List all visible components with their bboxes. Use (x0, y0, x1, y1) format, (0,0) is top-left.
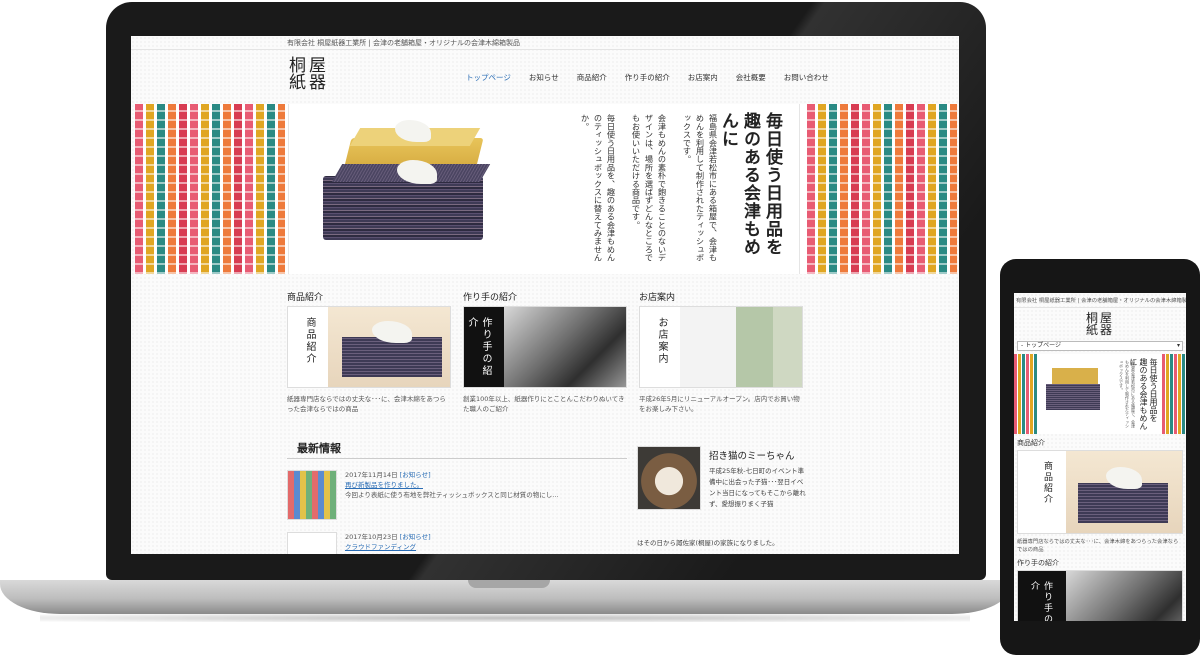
nav-item-shop[interactable]: お店案内 (679, 72, 727, 83)
news-date: 2017年11月14日 (345, 471, 398, 479)
shop-interior-photo (680, 307, 802, 387)
craftsman-photo (504, 307, 626, 387)
news-headline-link[interactable]: 再び新製品を作りました。 (345, 481, 423, 489)
chevron-down-icon: ▾ (1176, 342, 1180, 349)
card-description: 創業100年以上、紙器作りにとことんこだわりぬいてきた職人のご紹介 (463, 395, 625, 413)
news-section-title: 最新情報 (297, 442, 341, 455)
hero-paragraph: 毎日使う日用品を、趣のある会津もめんのティッシュボックスに替えてみませんか。 (580, 114, 616, 262)
site-topbar: 有限会社 桐屋紙器工業所 | 会津の老舗箱屋・オリジナルの会津木綿箱製品 (131, 36, 959, 50)
news-meta: 2017年11月14日 [お知らせ] 再び新製品を作りました。 今回より表紙に使… (345, 470, 558, 500)
tissue-box-photo (328, 307, 450, 387)
news-excerpt: 今回より表紙に使う布地を弊社ティッシュボックスと同じ材質の物にし... (345, 491, 559, 499)
news-category-link[interactable]: [お知らせ] (400, 533, 431, 541)
phone-card-makers[interactable]: 作り手の紹介 (1017, 570, 1183, 621)
laptop-notch (468, 580, 550, 588)
site-logo[interactable]: 桐屋 紙器 (289, 58, 337, 92)
hero-banner: 毎日使う日用品を 趣のある会津もめんに 福島県会津若松市にある箱屋で、会津もめん… (135, 104, 957, 274)
nav-item-makers[interactable]: 作り手の紹介 (616, 72, 679, 83)
phone-hero-banner: 毎日使う日用品を 趣のある会津もめんに 福島県会津若松市にある箱屋で、会津もめん… (1014, 354, 1186, 434)
phone-section-heading: 商品紹介 (1017, 439, 1045, 447)
cat-text-continued: はその日から諏佐家(桐屋)の家族になりました。 (637, 539, 779, 547)
news-headline-link[interactable]: クラウドファンディング (345, 543, 416, 551)
card-label: お店案内 (640, 307, 680, 387)
phone-hero-center: 毎日使う日用品を 趣のある会津もめんに 福島県会津若松市にある箱屋で、会津もめん… (1038, 354, 1162, 434)
nav-item-news[interactable]: お知らせ (520, 72, 568, 83)
phone-card-description: 紙器専門店ならではの丈夫な･･･に、会津木綿をあつらった会津ならではの商品 (1017, 539, 1179, 553)
card-description: 平成26年5月にリニューアルオープン。店内でお買い物をお楽しみ下さい。 (639, 395, 800, 413)
hero-paragraph: 福島県会津若松市にある箱屋で、会津もめんを利用して制作されたティッシュボックスで… (682, 114, 718, 262)
hero-paragraph: 会津もめんの素朴で飽きることのないデザインは、場所を選ばずどんなところでもお使い… (631, 114, 667, 262)
news-meta: 2017年10月23日 [お知らせ] クラウドファンディング (345, 532, 431, 552)
aizu-cotton-stripes-left (135, 104, 285, 274)
news-date: 2017年10月23日 (345, 533, 398, 541)
nav-item-company[interactable]: 会社概要 (727, 72, 775, 83)
phone-nav-selected: - トップページ (1021, 342, 1061, 349)
tissue-box-purple (1046, 384, 1100, 410)
logo-line-2: 紙器 (289, 73, 329, 93)
cat-photo (637, 446, 701, 510)
aizu-cotton-stripes-left (1014, 354, 1038, 434)
main-nav: トップページ お知らせ 商品紹介 作り手の紹介 お店案内 会社概要 お問い合わせ (457, 72, 838, 83)
laptop-shadow (40, 614, 970, 622)
tissue-box-photo (1066, 451, 1182, 533)
phone-section-heading: 作り手の紹介 (1017, 559, 1059, 567)
hero-center-panel: 毎日使う日用品を 趣のある会津もめんに 福島県会津若松市にある箱屋で、会津もめん… (288, 104, 800, 274)
card-description: 紙器専門店ならではの丈夫な･･･に、会津木綿をあつらった会津ならではの商品 (287, 395, 446, 413)
phone-nav-select[interactable]: - トップページ ▾ (1017, 341, 1183, 351)
phone-site-topbar: 有限会社 桐屋紙器工業所 | 会津の老舗箱屋・オリジナルの会津木綿箱製品 (1014, 293, 1186, 308)
news-category-link[interactable]: [お知らせ] (400, 471, 431, 479)
news-item: 2017年11月14日 [お知らせ] 再び新製品を作りました。 今回より表紙に使… (287, 470, 627, 524)
feature-cards: 商品紹介 商品紹介 紙器専門店ならではの丈夫な･･･に、会津木綿をあつらった会津… (287, 290, 807, 414)
news-thumbnail[interactable] (287, 470, 337, 520)
card-heading: お店案内 (639, 293, 676, 303)
card-makers[interactable]: 作り手の紹介 作り手の紹介 創業100年以上、紙器作りにとことんこだわりぬいてき… (463, 290, 627, 414)
phone-screen: 有限会社 桐屋紙器工業所 | 会津の老舗箱屋・オリジナルの会津木綿箱製品 桐屋 … (1014, 293, 1186, 621)
card-heading: 作り手の紹介 (463, 293, 518, 303)
cat-title: 招き猫のミーちゃん (709, 451, 795, 462)
nav-item-products[interactable]: 商品紹介 (568, 72, 616, 83)
tissue-box-purple (1078, 483, 1168, 523)
card-image[interactable]: 商品紹介 (287, 306, 451, 388)
aizu-cotton-stripes-right (807, 104, 957, 274)
nav-item-top[interactable]: トップページ (457, 72, 520, 83)
card-label: 作り手の紹介 (464, 307, 504, 387)
cat-text: 平成25年秋-七日町のイベント準備中に出会った子猫･･･翌日イベント当日になって… (709, 467, 806, 508)
craftsman-photo (1066, 571, 1182, 621)
tissue-box-purple (342, 337, 442, 377)
news-item: 2017年10月23日 [お知らせ] クラウドファンディング (287, 532, 627, 554)
card-label: 作り手の紹介 (1018, 571, 1066, 621)
card-shop[interactable]: お店案内 お店案内 平成26年5月にリニューアルオープン。店内でお買い物をお楽し… (639, 290, 803, 414)
card-label: 商品紹介 (1018, 451, 1066, 533)
laptop-screen: 有限会社 桐屋紙器工業所 | 会津の老舗箱屋・オリジナルの会津木綿箱製品 桐屋 … (131, 36, 959, 554)
card-label: 商品紹介 (288, 307, 328, 387)
tissue-box-purple (323, 176, 483, 240)
hero-text: 福島県会津若松市にある箱屋で、会津もめんを利用して制作されたティッシュボックスで… (566, 114, 719, 269)
card-image[interactable]: お店案内 (639, 306, 803, 388)
phone-hero-text: 福島県会津若松市にある箱屋で、会津もめんを利用して制作されたティッシュボックスで… (1119, 360, 1136, 428)
laptop-base (0, 580, 1012, 622)
card-products[interactable]: 商品紹介 商品紹介 紙器専門店ならではの丈夫な･･･に、会津木綿をあつらった会津… (287, 290, 451, 414)
nav-item-contact[interactable]: お問い合わせ (775, 72, 838, 83)
news-thumbnail[interactable] (287, 532, 337, 554)
logo-line-2: 紙器 (1085, 323, 1114, 337)
phone-card-products[interactable]: 商品紹介 (1017, 450, 1183, 534)
card-image[interactable]: 作り手の紹介 (463, 306, 627, 388)
hero-title: 毎日使う日用品を 趣のある会津もめんに (718, 112, 782, 256)
divider (287, 458, 627, 459)
phone-site-logo[interactable]: 桐屋 紙器 (1014, 312, 1186, 336)
card-heading: 商品紹介 (287, 293, 324, 303)
aizu-cotton-stripes-right (1162, 354, 1186, 434)
